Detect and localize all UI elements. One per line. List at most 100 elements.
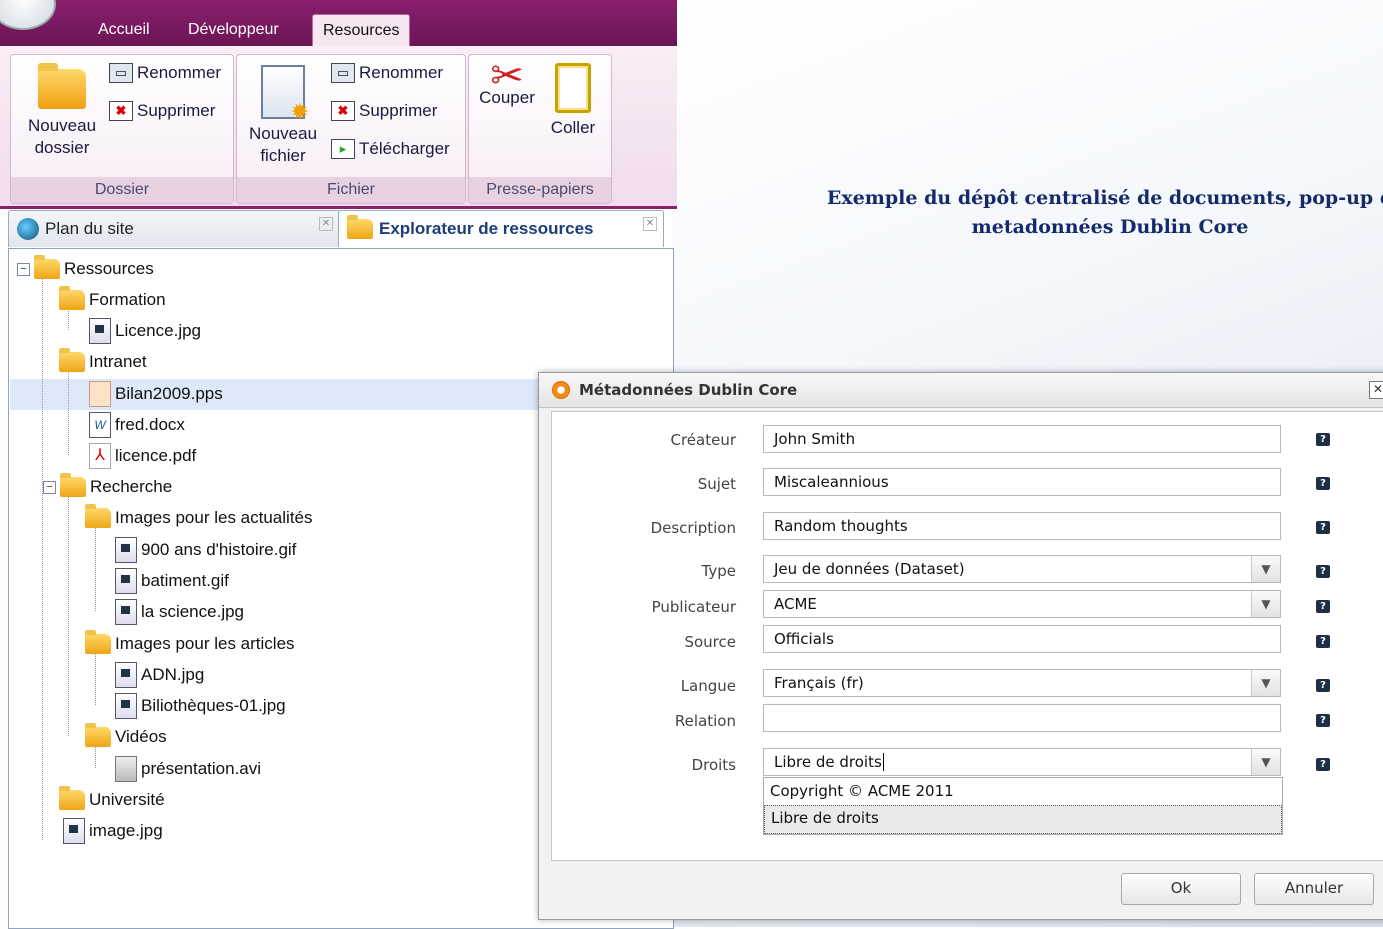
label-droits: Droits	[691, 756, 736, 774]
langue-select[interactable]: Français (fr) ▼	[763, 669, 1281, 697]
cut-button[interactable]: ✂ Couper	[477, 56, 537, 109]
group-clipboard: ✂ Couper Coller Presse-papiers	[468, 54, 612, 204]
collapse-icon[interactable]: −	[17, 262, 30, 276]
dialog-header: Métadonnées Dublin Core ✕	[539, 373, 1383, 408]
new-file-button[interactable]: Nouveau fichier	[241, 65, 325, 167]
help-icon[interactable]: ?	[1316, 600, 1330, 613]
group-label-fichier: Fichier	[237, 177, 465, 203]
app-menu-button[interactable]	[0, 0, 56, 30]
chevron-down-icon[interactable]: ▼	[1251, 670, 1280, 696]
tree-node-label: image.jpg	[89, 821, 163, 840]
dropdown-option[interactable]: Copyright © ACME 2011	[764, 778, 1282, 805]
download-label: Télécharger	[359, 139, 450, 158]
help-icon[interactable]: ?	[1316, 477, 1330, 490]
delete-folder-label: Supprimer	[137, 101, 216, 120]
folder-icon	[347, 215, 373, 239]
tree-node-batiment[interactable]: batiment.gif	[115, 567, 229, 595]
source-field[interactable]: Officials	[763, 625, 1281, 653]
tree-node-900-ans[interactable]: 900 ans d'histoire.gif	[115, 536, 296, 564]
help-icon[interactable]: ?	[1316, 635, 1330, 648]
tree-node-label: 900 ans d'histoire.gif	[141, 540, 297, 559]
description-field[interactable]: Random thoughts	[763, 512, 1281, 540]
folder-icon	[85, 723, 111, 747]
tree-node-label: Intranet	[89, 352, 147, 371]
tree-node-images-actualites[interactable]: Images pour les actualités	[85, 504, 313, 532]
tree-node-universite[interactable]: Université	[59, 786, 165, 814]
tree-node-ressources[interactable]: − Ressources	[17, 255, 154, 283]
ribbon: Accueil Développeur Resources Nouveau do…	[0, 0, 677, 209]
help-icon[interactable]: ?	[1316, 758, 1330, 771]
tree-node-licence-jpg[interactable]: Licence.jpg	[89, 317, 201, 345]
label-source: Source	[684, 633, 736, 651]
dialog-title: Métadonnées Dublin Core	[579, 381, 798, 399]
new-folder-button[interactable]: Nouveau dossier	[17, 63, 107, 159]
tab-resources[interactable]: Resources	[312, 14, 411, 47]
download-button[interactable]: ▸ Télécharger	[331, 139, 450, 159]
rename-file-label: Renommer	[359, 63, 444, 82]
tree-node-label: licence.pdf	[115, 446, 197, 465]
tree-node-presentation-avi[interactable]: présentation.avi	[115, 755, 261, 783]
dublin-core-dialog: Métadonnées Dublin Core ✕ Créateur John …	[538, 372, 1383, 920]
panel-tabs: Plan du site ✕ Explorateur de ressources…	[8, 210, 672, 248]
tree-node-label: Recherche	[90, 477, 173, 496]
chevron-down-icon[interactable]: ▼	[1251, 591, 1280, 617]
tree-node-bibliotheques[interactable]: Biliothèques-01.jpg	[115, 692, 286, 720]
sujet-field[interactable]: Miscaleannious	[763, 468, 1281, 496]
tree-node-fred-docx[interactable]: W fred.docx	[89, 411, 185, 439]
delete-icon: ✖	[109, 101, 133, 121]
tree-node-image-jpg[interactable]: image.jpg	[63, 817, 163, 845]
folder-icon	[34, 255, 60, 279]
dropdown-option-highlighted[interactable]: Libre de droits	[764, 805, 1282, 834]
type-value: Jeu de données (Dataset)	[774, 560, 965, 578]
cancel-button[interactable]: Annuler	[1254, 873, 1374, 905]
tree-node-videos[interactable]: Vidéos	[85, 723, 167, 751]
help-icon[interactable]: ?	[1316, 679, 1330, 692]
tree-node-formation[interactable]: Formation	[59, 286, 166, 314]
tab-explorer-label: Explorateur de ressources	[379, 219, 594, 238]
paste-label: Coller	[550, 118, 596, 137]
tree-node-images-articles[interactable]: Images pour les articles	[85, 630, 295, 658]
delete-file-button[interactable]: ✖ Supprimer	[331, 101, 437, 121]
droits-dropdown-list: Copyright © ACME 2011 Libre de droits	[763, 777, 1283, 835]
droits-combobox[interactable]: Libre de droits ▼	[763, 748, 1281, 776]
close-tab-icon[interactable]: ✕	[319, 217, 333, 231]
pdf-file-icon: ⅄	[89, 443, 111, 469]
rename-folder-button[interactable]: ▭ Renommer	[109, 63, 221, 83]
image-file-icon	[115, 568, 137, 594]
tree-node-licence-pdf[interactable]: ⅄ licence.pdf	[89, 442, 196, 470]
type-select[interactable]: Jeu de données (Dataset) ▼	[763, 555, 1281, 583]
tree-node-recherche[interactable]: − Recherche	[43, 473, 172, 501]
help-icon[interactable]: ?	[1316, 714, 1330, 727]
close-icon[interactable]: ✕	[1369, 381, 1383, 399]
tab-sitemap[interactable]: Plan du site ✕	[8, 210, 340, 247]
paste-button[interactable]: Coller	[545, 63, 601, 139]
chevron-down-icon[interactable]: ▼	[1251, 749, 1280, 775]
tree-node-label: Licence.jpg	[115, 321, 202, 340]
tree-node-science[interactable]: la science.jpg	[115, 598, 244, 626]
rename-icon: ▭	[109, 63, 133, 83]
help-icon[interactable]: ?	[1316, 565, 1330, 578]
tree-line	[42, 277, 43, 840]
droits-value: Libre de droits	[774, 753, 882, 771]
close-tab-icon[interactable]: ✕	[643, 217, 657, 231]
rename-file-button[interactable]: ▭ Renommer	[331, 63, 443, 83]
publicateur-select[interactable]: ACME ▼	[763, 590, 1281, 618]
collapse-icon[interactable]: −	[43, 480, 56, 494]
relation-field[interactable]	[763, 704, 1281, 732]
createur-field[interactable]: John Smith	[763, 425, 1281, 453]
tree-node-intranet[interactable]: Intranet	[59, 348, 147, 376]
tab-accueil[interactable]: Accueil	[88, 14, 160, 46]
chevron-down-icon[interactable]: ▼	[1251, 556, 1280, 582]
delete-folder-button[interactable]: ✖ Supprimer	[109, 101, 215, 121]
tree-node-bilan2009[interactable]: Bilan2009.pps	[89, 380, 223, 408]
help-icon[interactable]: ?	[1316, 433, 1330, 446]
tab-explorer[interactable]: Explorateur de ressources ✕	[338, 210, 664, 247]
download-icon: ▸	[331, 139, 355, 159]
help-icon[interactable]: ?	[1316, 521, 1330, 534]
tree-node-adn[interactable]: ADN.jpg	[115, 661, 204, 689]
tab-developpeur[interactable]: Développeur	[178, 14, 289, 46]
video-file-icon	[115, 756, 137, 782]
ok-button[interactable]: Ok	[1121, 873, 1241, 905]
tree-node-label: Formation	[89, 290, 166, 309]
tree-node-label: Bilan2009.pps	[115, 384, 223, 403]
